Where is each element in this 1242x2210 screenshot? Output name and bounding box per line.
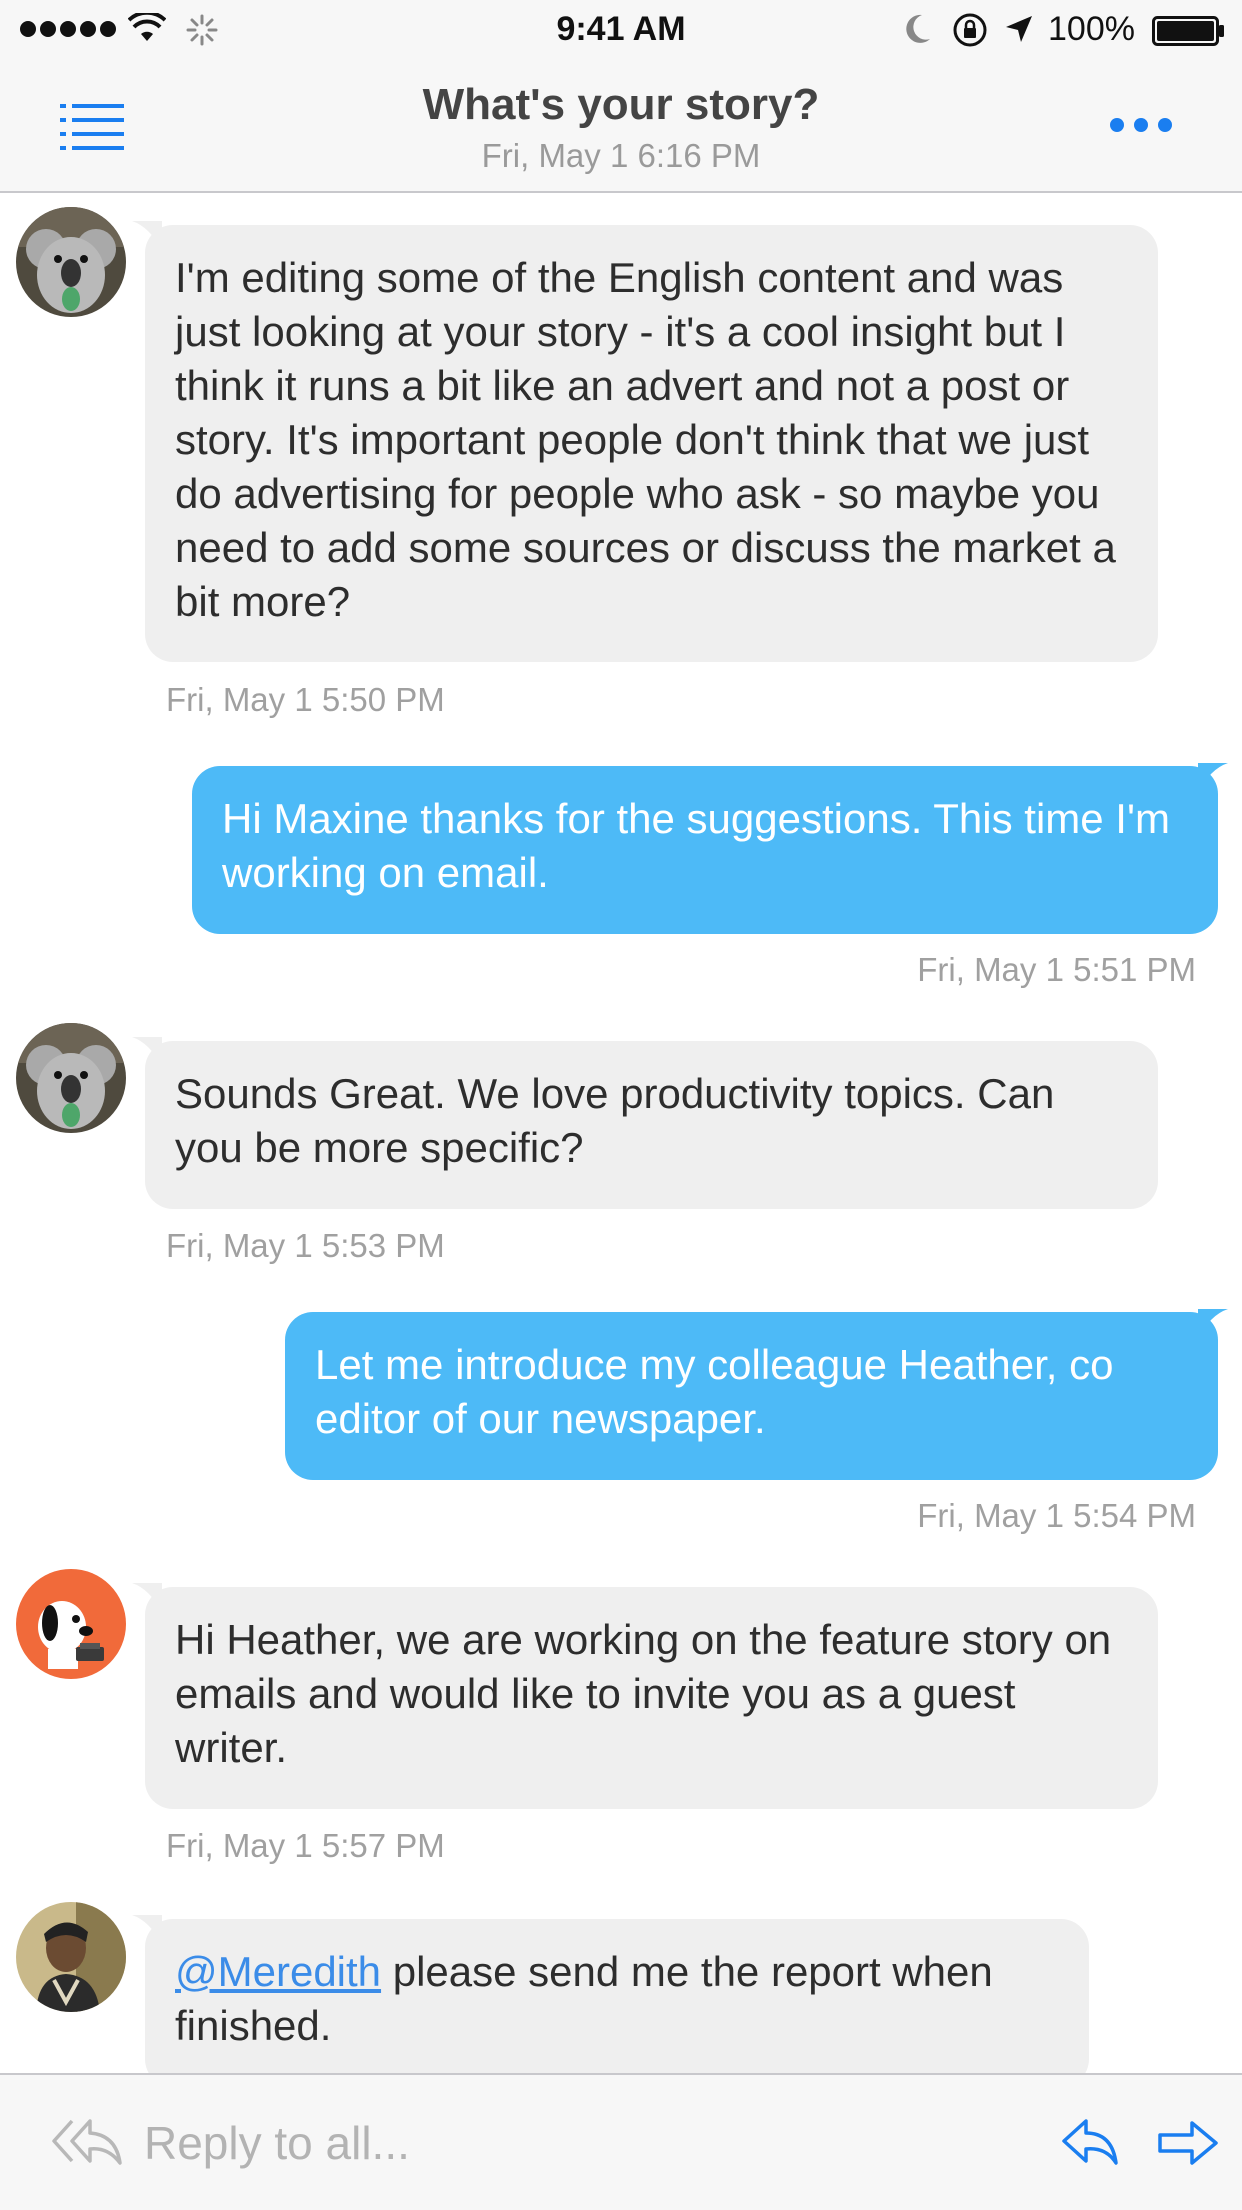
snoopy-avatar[interactable]: [16, 1569, 126, 1679]
reply-bar: [0, 2073, 1242, 2210]
reply-all-icon: [52, 2119, 122, 2165]
more-options-icon[interactable]: [1110, 118, 1172, 132]
reply-input[interactable]: [144, 2111, 844, 2175]
message-thread[interactable]: I'm editing some of the English content …: [0, 193, 1242, 2073]
koala-avatar[interactable]: [16, 1023, 126, 1133]
message-bubble[interactable]: @Meredith please send me the report when…: [145, 1919, 1089, 2073]
message-text: Hi Maxine thanks for the suggestions. Th…: [222, 795, 1170, 896]
rotation-lock-icon: [953, 13, 987, 47]
bubble-tail: [1198, 763, 1228, 793]
forward-icon[interactable]: [1156, 2119, 1220, 2167]
conversation-date: Fri, May 1 6:16 PM: [481, 137, 761, 174]
message-bubble[interactable]: Let me introduce my colleague Heather, c…: [285, 1312, 1218, 1480]
location-arrow-icon: [1006, 16, 1032, 42]
conversation-title: What's your story?: [422, 80, 820, 129]
nav-header: What's your story? Fri, May 1 6:16 PM: [0, 60, 1242, 193]
message-bubble[interactable]: Sounds Great. We love productivity topic…: [145, 1041, 1158, 1209]
message-timestamp: Fri, May 1 5:53 PM: [166, 1227, 445, 1264]
message-timestamp: Fri, May 1 5:57 PM: [166, 1827, 445, 1864]
message-text: Let me introduce my colleague Heather, c…: [315, 1341, 1114, 1442]
message-text: Sounds Great. We love productivity topic…: [175, 1070, 1055, 1171]
do-not-disturb-moon-icon: [906, 14, 930, 43]
battery-icon: [1152, 16, 1224, 46]
message-timestamp: Fri, May 1 5:50 PM: [166, 681, 445, 718]
koala-avatar[interactable]: [16, 207, 126, 317]
bubble-tail: [1198, 1309, 1228, 1339]
message-timestamp: Fri, May 1 5:54 PM: [917, 1497, 1196, 1534]
message-bubble[interactable]: I'm editing some of the English content …: [145, 225, 1158, 662]
message-text: I'm editing some of the English content …: [175, 254, 1116, 625]
message-bubble[interactable]: Hi Heather, we are working on the featur…: [145, 1587, 1158, 1809]
message-bubble[interactable]: Hi Maxine thanks for the suggestions. Th…: [192, 766, 1218, 934]
status-bar: 9:41 AM 100%: [0, 0, 1242, 60]
mention-link[interactable]: @Meredith: [175, 1948, 381, 1995]
message-text: Hi Heather, we are working on the featur…: [175, 1616, 1112, 1771]
man-avatar[interactable]: [16, 1902, 126, 2012]
battery-percent: 100%: [1048, 10, 1135, 48]
message-timestamp: Fri, May 1 5:51 PM: [917, 951, 1196, 988]
reply-icon[interactable]: [1060, 2117, 1120, 2167]
